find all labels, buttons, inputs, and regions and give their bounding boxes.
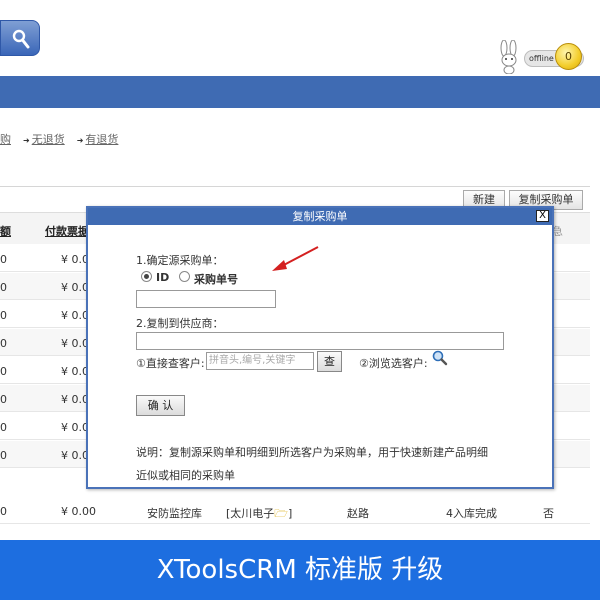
table-cell: 0 bbox=[0, 309, 7, 322]
count-badge[interactable]: 0 bbox=[555, 43, 582, 70]
folder-icon[interactable]: 🗁 bbox=[274, 507, 288, 520]
column-header-payment[interactable]: 付款票据 bbox=[45, 223, 89, 239]
copy-order-dialog: 复制采购单 X 1.确定源采购单： ID 采购单号 2.复制到供应商： ①直接查… bbox=[86, 206, 554, 489]
search-button[interactable] bbox=[0, 20, 40, 56]
table-cell-supplier[interactable]: [太川电子🗁] bbox=[226, 505, 292, 524]
radio-id[interactable] bbox=[141, 271, 152, 282]
direct-search-label: ①直接查客户: bbox=[136, 357, 205, 370]
dialog-title-bar: 复制采购单 X bbox=[88, 208, 552, 225]
table-cell: ¥ 0.0 bbox=[61, 253, 89, 266]
supplier-bracket: ] bbox=[287, 507, 293, 520]
table-cell: ¥ 0.0 bbox=[61, 281, 89, 294]
rabbit-mascot-icon bbox=[500, 40, 517, 74]
dialog-title: 复制采购单 bbox=[292, 210, 348, 223]
top-header: offline 0 bbox=[0, 0, 600, 76]
nav-band bbox=[0, 76, 600, 108]
table-cell: 0 bbox=[0, 505, 7, 518]
table-cell: ¥ 0.0 bbox=[61, 421, 89, 434]
table-cell: 0 bbox=[0, 421, 7, 434]
table-cell-status: 4入库完成 bbox=[446, 507, 497, 520]
filter-link-has-return[interactable]: 有退货 bbox=[85, 133, 118, 146]
source-order-input[interactable] bbox=[136, 290, 276, 308]
filter-link-no-return[interactable]: 无退货 bbox=[32, 133, 65, 146]
close-button[interactable]: X bbox=[536, 210, 549, 222]
divider bbox=[0, 186, 590, 187]
arrow-icon: ➜ bbox=[76, 136, 84, 145]
confirm-button[interactable]: 确 认 bbox=[136, 395, 185, 416]
table-cell: ¥ 0.0 bbox=[61, 393, 89, 406]
column-header[interactable]: 额 bbox=[0, 223, 11, 239]
supplier-input[interactable] bbox=[136, 332, 504, 350]
filter-link-cut[interactable]: 购 bbox=[0, 133, 11, 146]
arrow-icon: ➜ bbox=[23, 136, 30, 145]
table-cell-warehouse: 安防监控库 bbox=[147, 507, 202, 520]
table-cell: ¥ 0.0 bbox=[61, 449, 89, 462]
red-arrow-icon bbox=[272, 246, 319, 271]
note-line-2: 近似或相同的采购单 bbox=[136, 469, 235, 482]
table-cell: 0 bbox=[0, 337, 7, 350]
step1-label: 1.确定源采购单： bbox=[136, 254, 224, 267]
step2-label: 2.复制到供应商： bbox=[136, 317, 224, 330]
table-cell: 0 bbox=[0, 365, 7, 378]
table-cell-person: 赵路 bbox=[347, 507, 369, 520]
search-icon bbox=[12, 29, 30, 49]
filter-links: 购 ➜ 无退货 ➜ 有退货 bbox=[0, 131, 118, 147]
customer-search-input[interactable]: 拼音头,编号,关键字 bbox=[206, 352, 314, 370]
table-cell: 0 bbox=[0, 281, 7, 294]
radio-order-no-label: 采购单号 bbox=[194, 273, 238, 286]
table-cell: ¥ 0.0 bbox=[61, 309, 89, 322]
promo-banner: XToolsCRM 标准版 升级 bbox=[0, 540, 600, 600]
table-cell: 0 bbox=[0, 393, 7, 406]
table-cell: ¥ 0.00 bbox=[61, 505, 96, 518]
note-line-1: 说明：复制源采购单和明细到所选客户为采购单，用于快速新建产品明细 bbox=[136, 446, 488, 459]
table-cell: 0 bbox=[0, 449, 7, 462]
table-cell-flag: 否 bbox=[543, 507, 554, 520]
table-cell: 0 bbox=[0, 253, 7, 266]
table-cell: ¥ 0.0 bbox=[61, 337, 89, 350]
table-cell: ¥ 0.0 bbox=[61, 365, 89, 378]
table-row[interactable]: 0 ¥ 0.00 安防监控库 [太川电子🗁] 赵路 4入库完成 否 bbox=[0, 497, 590, 524]
radio-id-label: ID bbox=[156, 271, 170, 284]
radio-order-no[interactable] bbox=[179, 271, 190, 282]
browse-label: ②浏览选客户: bbox=[359, 357, 428, 370]
magnifier-icon[interactable] bbox=[432, 350, 448, 366]
query-button[interactable]: 查 bbox=[317, 351, 342, 372]
supplier-name[interactable]: [太川电子 bbox=[226, 507, 274, 520]
